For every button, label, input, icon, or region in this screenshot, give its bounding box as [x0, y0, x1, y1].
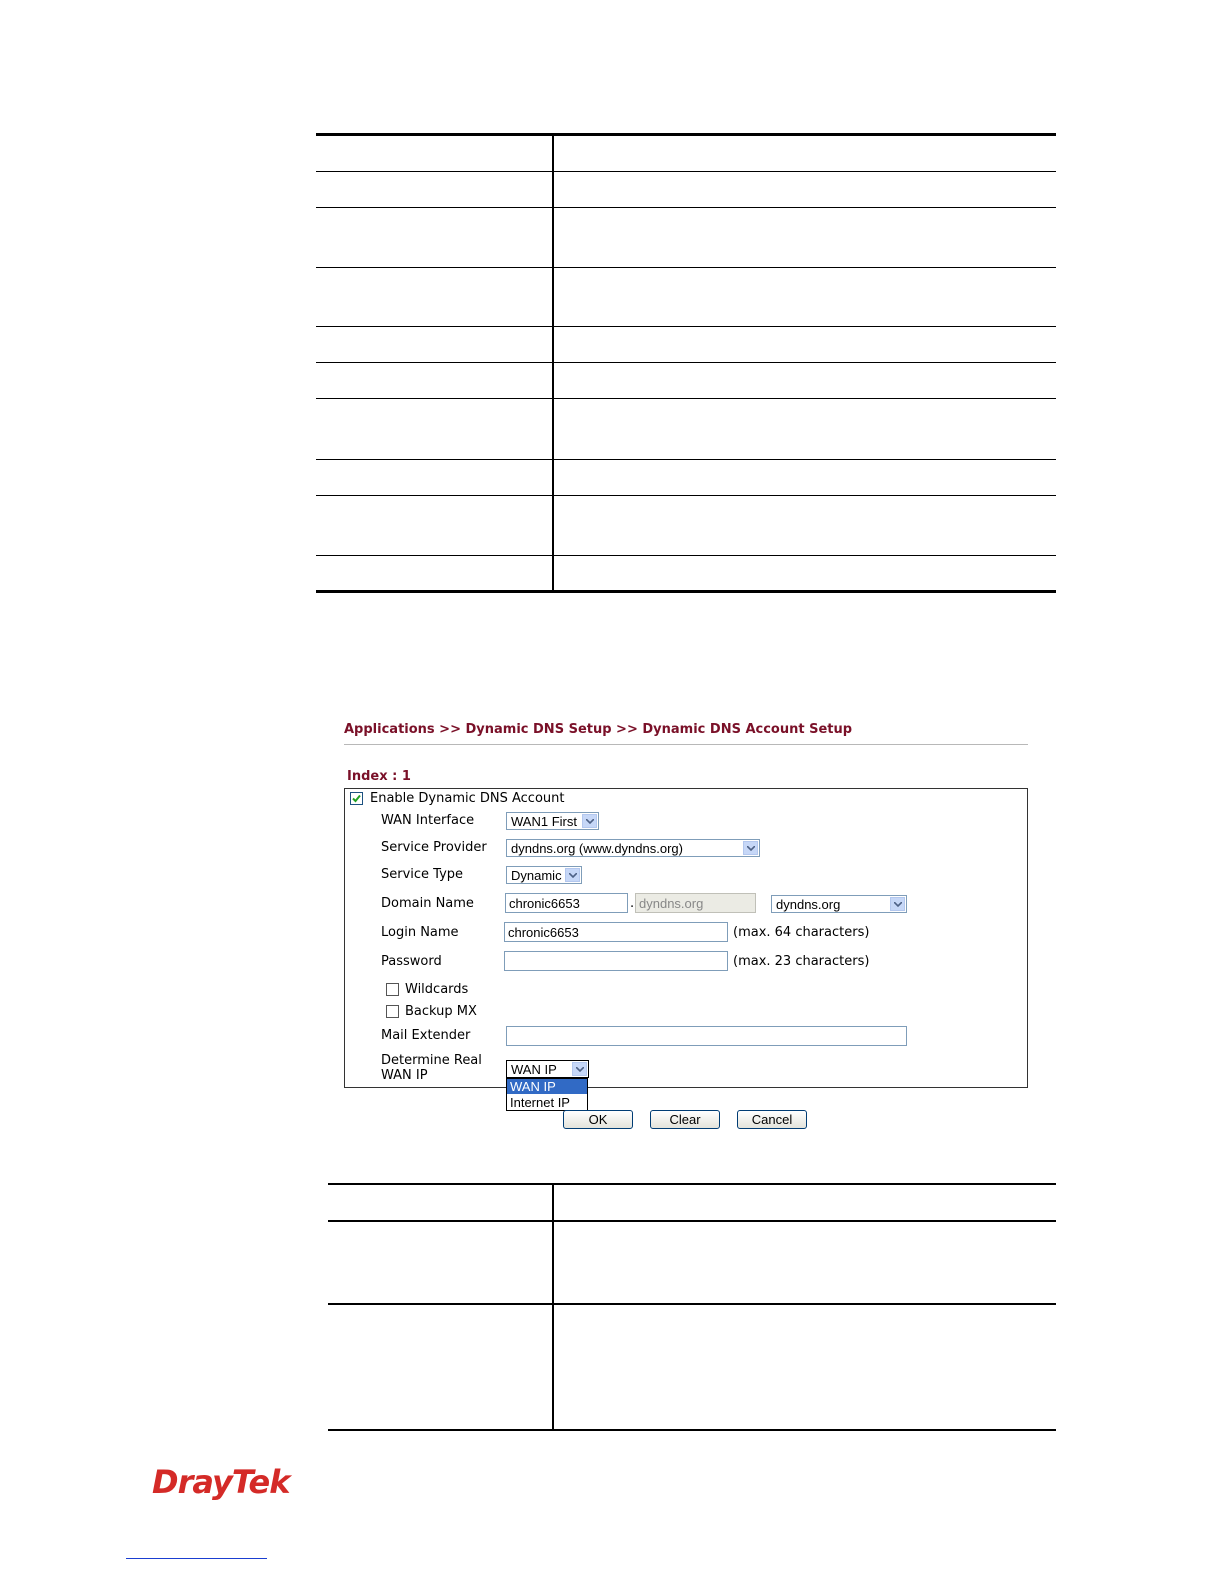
table-rule — [316, 326, 1056, 327]
table-rule — [316, 133, 1056, 136]
breadcrumb: Applications >> Dynamic DNS Setup >> Dyn… — [344, 722, 853, 737]
table-rule — [328, 1429, 1056, 1431]
table-column-divider — [552, 134, 554, 593]
enable-ddns-checkbox[interactable] — [350, 792, 363, 805]
determine-wan-ip-dropdown: WAN IP Internet IP — [506, 1078, 588, 1111]
table-rule — [316, 267, 1056, 268]
dropdown-option-wan-ip[interactable]: WAN IP — [507, 1079, 587, 1094]
clear-button[interactable]: Clear — [650, 1110, 720, 1129]
determine-wan-ip-value: WAN IP — [511, 1062, 557, 1077]
draytek-logo: DrayTek — [152, 1463, 290, 1501]
table-rule — [328, 1183, 1056, 1185]
determine-wan-ip-label-line2: WAN IP — [381, 1068, 428, 1083]
service-provider-label: Service Provider — [381, 840, 487, 855]
table-rule — [328, 1303, 1056, 1305]
domain-select[interactable]: dyndns.org — [771, 895, 907, 913]
checkmark-icon — [352, 794, 361, 803]
table-rule — [316, 398, 1056, 399]
wildcards-checkbox[interactable] — [386, 983, 399, 996]
chevron-down-icon — [565, 868, 580, 882]
table-rule — [316, 362, 1056, 363]
table-column-divider — [552, 1184, 554, 1430]
top-table — [316, 133, 1056, 594]
domain-separator: . — [630, 896, 635, 911]
password-input[interactable] — [504, 951, 728, 971]
ok-button[interactable]: OK — [563, 1110, 633, 1129]
domain-name-label: Domain Name — [381, 896, 474, 911]
service-type-select[interactable]: Dynamic — [506, 866, 582, 884]
determine-wan-ip-label: Determine Real — [381, 1053, 482, 1068]
domain-host-input[interactable]: chronic6653 — [505, 893, 628, 913]
password-hint: (max. 23 characters) — [733, 954, 870, 969]
login-name-value: chronic6653 — [508, 925, 579, 940]
service-provider-select[interactable]: dyndns.org (www.dyndns.org) — [506, 839, 760, 857]
login-name-input[interactable]: chronic6653 — [504, 922, 728, 942]
domain-host-value: chronic6653 — [509, 896, 580, 911]
wan-interface-value: WAN1 First — [511, 814, 577, 829]
backup-mx-checkbox[interactable] — [386, 1005, 399, 1018]
table-rule — [316, 171, 1056, 172]
service-type-value: Dynamic — [511, 868, 562, 883]
footer-link-rule — [126, 1558, 267, 1559]
chevron-down-icon — [890, 897, 905, 911]
password-label: Password — [381, 954, 442, 969]
dropdown-option-internet-ip[interactable]: Internet IP — [507, 1095, 587, 1110]
wan-interface-select[interactable]: WAN1 First — [506, 812, 599, 830]
breadcrumb-divider — [344, 744, 1028, 745]
login-name-hint: (max. 64 characters) — [733, 925, 870, 940]
wan-interface-label: WAN Interface — [381, 813, 475, 828]
service-type-label: Service Type — [381, 867, 464, 882]
bottom-table — [328, 1183, 1056, 1432]
domain-suffix-input: dyndns.org — [635, 893, 756, 913]
domain-suffix-value: dyndns.org — [639, 896, 704, 911]
chevron-down-icon — [572, 1062, 587, 1076]
mail-extender-label: Mail Extender — [381, 1028, 471, 1043]
domain-select-value: dyndns.org — [776, 897, 841, 912]
table-rule — [328, 1220, 1056, 1222]
determine-wan-ip-select[interactable]: WAN IP — [506, 1060, 589, 1078]
cancel-button[interactable]: Cancel — [737, 1110, 807, 1129]
chevron-down-icon — [743, 841, 758, 855]
service-provider-value: dyndns.org (www.dyndns.org) — [511, 841, 683, 856]
table-rule — [316, 207, 1056, 208]
index-label: Index : 1 — [347, 769, 411, 784]
enable-ddns-label: Enable Dynamic DNS Account — [370, 791, 565, 806]
table-rule — [316, 459, 1056, 460]
wildcards-label: Wildcards — [405, 982, 469, 997]
login-name-label: Login Name — [381, 925, 459, 940]
backup-mx-label: Backup MX — [405, 1004, 477, 1019]
chevron-down-icon — [582, 814, 597, 828]
mail-extender-input[interactable] — [506, 1026, 907, 1046]
table-rule — [316, 590, 1056, 593]
table-rule — [316, 555, 1056, 556]
table-rule — [316, 495, 1056, 496]
